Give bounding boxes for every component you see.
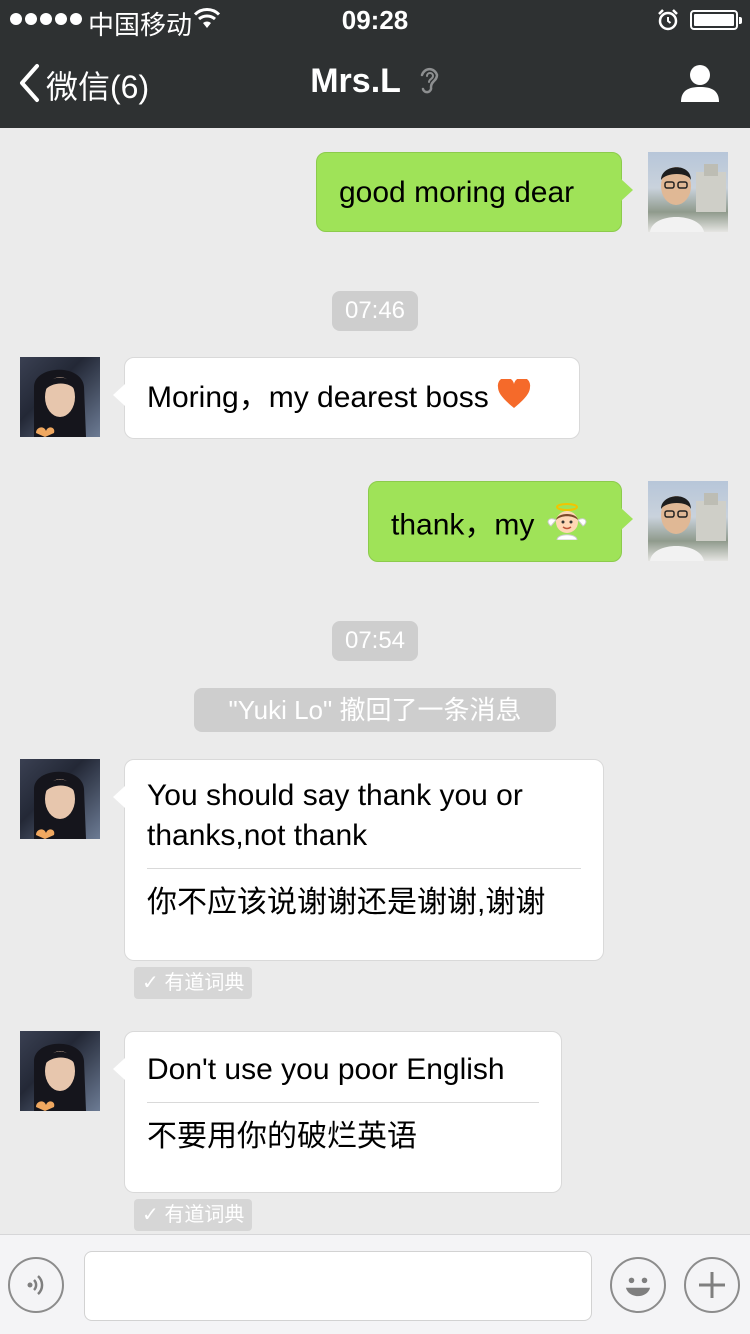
message-bubble-received[interactable]: Moring，my dearest boss — [113, 357, 580, 439]
message-text: Don't use you poor English — [147, 1053, 505, 1086]
translation-text: 不要用你的破烂英语 — [147, 1120, 417, 1153]
message-bubble-received[interactable]: You should say thank you or thanks,not t… — [113, 759, 604, 961]
message-input[interactable] — [84, 1251, 592, 1321]
avatar[interactable] — [20, 759, 100, 839]
translation-source: 有道词典 — [164, 972, 245, 994]
checkmark-icon: ✓ — [142, 972, 159, 994]
chat-title: Mrs.L — [0, 62, 750, 104]
checkmark-icon: ✓ — [142, 1204, 159, 1226]
nav-bar: 微信(6) Mrs.L — [0, 40, 750, 128]
ear-icon — [418, 63, 440, 104]
message-bubble-sent[interactable]: good moring dear — [316, 152, 633, 232]
translation-divider — [147, 1102, 539, 1103]
chat-area[interactable]: good moring dear 07:46 Moring，my dearest… — [0, 128, 750, 1234]
avatar[interactable] — [20, 357, 100, 437]
recall-notice: "Yuki Lo" 撤回了一条消息 — [194, 688, 556, 732]
status-bar: 中国移动 09:28 — [0, 0, 750, 40]
message-text: You should say thank you or thanks,not t… — [147, 779, 523, 852]
input-bar — [0, 1234, 750, 1334]
message-bubble-sent[interactable]: thank，my — [368, 481, 633, 562]
translation-divider — [147, 868, 581, 869]
message-text: Moring，my dearest boss — [147, 381, 489, 414]
message-text: good moring dear — [339, 176, 575, 209]
translation-text: 你不应该说谢谢还是谢谢,谢谢 — [147, 886, 546, 919]
angel-icon — [547, 502, 587, 551]
status-time: 09:28 — [341, 5, 409, 35]
timestamp: 07:54 — [332, 621, 418, 661]
message-text: thank，my — [391, 508, 535, 542]
voice-icon[interactable] — [8, 1257, 64, 1313]
avatar[interactable] — [648, 481, 728, 561]
translation-source: 有道词典 — [164, 1204, 245, 1226]
translation-source-badge: ✓ 有道词典 — [134, 1199, 253, 1231]
contact-name: Mrs.L — [310, 62, 401, 100]
alarm-icon — [656, 8, 680, 39]
person-icon[interactable] — [678, 62, 722, 111]
battery-icon — [690, 10, 742, 30]
plus-icon[interactable] — [684, 1257, 740, 1313]
timestamp: 07:46 — [332, 291, 418, 331]
battery-level — [694, 14, 734, 26]
translation-source-badge: ✓ 有道词典 — [134, 967, 253, 999]
avatar[interactable] — [20, 1031, 100, 1111]
smiley-icon[interactable] — [610, 1257, 666, 1313]
orange-heart-icon — [497, 376, 531, 420]
message-bubble-received[interactable]: Don't use you poor English 不要用你的破烂英语 — [113, 1031, 562, 1193]
avatar[interactable] — [648, 152, 728, 232]
